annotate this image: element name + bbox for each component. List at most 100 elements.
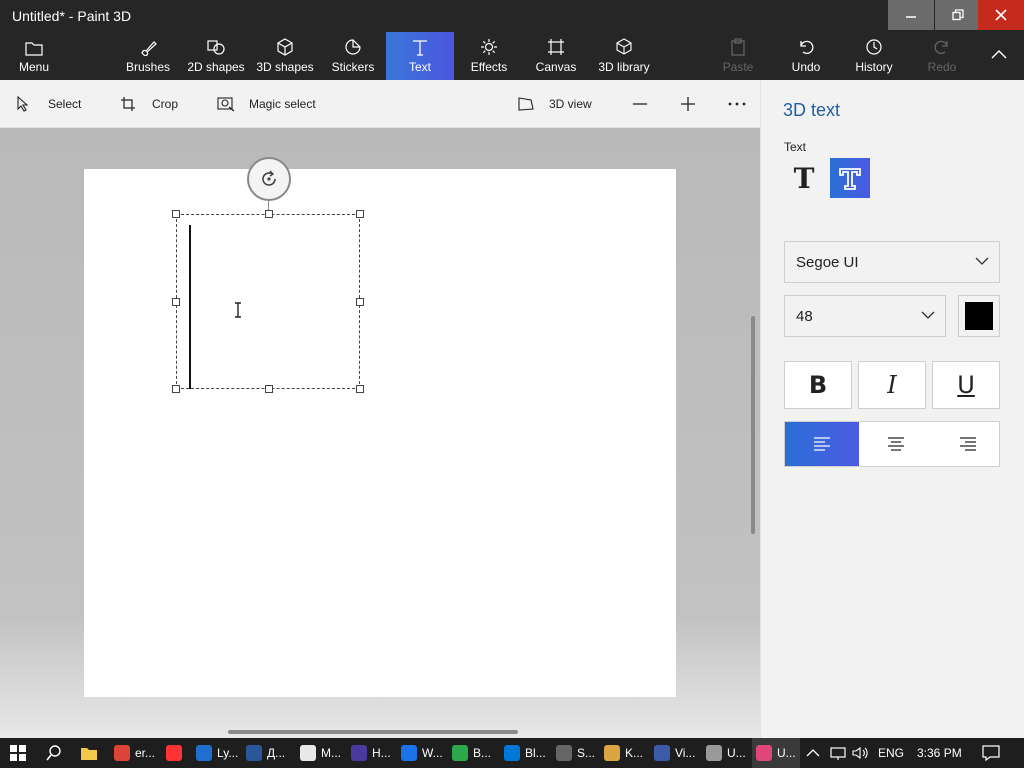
media-icon [351, 745, 367, 761]
taskbar-app-13[interactable]: U... [752, 738, 800, 768]
tab-label: Brushes [125, 60, 171, 74]
restore-button[interactable] [935, 0, 981, 30]
action-center-button[interactable] [982, 738, 1000, 768]
drawing-canvas[interactable] [84, 157, 676, 697]
tab-label: 2D shapes [187, 60, 245, 74]
taskbar-app-4[interactable]: M... [296, 738, 345, 768]
magic-select-icon [217, 97, 235, 112]
volume-button[interactable] [852, 738, 870, 768]
taskbar-app-label: K... [625, 746, 644, 760]
resize-handle-top-right[interactable] [356, 210, 364, 218]
align-right-button[interactable] [931, 422, 1005, 466]
resize-handle-bottom-right[interactable] [356, 385, 364, 393]
taskbar-app-5[interactable]: H... [347, 738, 395, 768]
resize-handle-bottom-left[interactable] [172, 385, 180, 393]
start-button[interactable] [10, 738, 26, 768]
chevron-up-icon [806, 749, 820, 757]
text-selection-box[interactable] [172, 157, 364, 393]
align-center-button[interactable] [859, 422, 933, 466]
tab-3d-library[interactable]: 3D library [594, 32, 654, 80]
microphone-icon [556, 745, 572, 761]
taskbar-app-11[interactable]: Vi... [650, 738, 699, 768]
text-panel: 3D text Text T Segoe UI 48 B I U [760, 80, 1024, 738]
underline-button[interactable]: U [932, 361, 1000, 409]
more-options-button[interactable] [728, 80, 746, 128]
font-family-select[interactable]: Segoe UI [784, 241, 1000, 283]
resize-handle-top-left[interactable] [172, 210, 180, 218]
lync-icon [196, 745, 212, 761]
tab-label: Effects [470, 60, 508, 74]
file-explorer-icon [81, 748, 97, 760]
windows-icon [10, 745, 26, 761]
zoom-out-button[interactable] [632, 80, 648, 128]
paste-icon [731, 38, 745, 56]
italic-button[interactable]: I [858, 361, 926, 409]
history-button[interactable]: History [850, 32, 898, 80]
taskbar-app-0[interactable]: er... [110, 738, 159, 768]
taskbar-app-label: S... [577, 746, 596, 760]
taskbar-app-2[interactable]: Ly... [192, 738, 242, 768]
tab-stickers[interactable]: Stickers [326, 32, 380, 80]
taskbar-app-1[interactable] [162, 738, 186, 768]
resize-handle-top[interactable] [265, 210, 273, 218]
tab-text[interactable]: Text [386, 32, 454, 80]
3d-view-button[interactable]: 3D view [517, 80, 592, 128]
zoom-in-button[interactable] [680, 80, 696, 128]
file-explorer-button[interactable] [80, 738, 98, 768]
collapse-ribbon-button[interactable] [984, 32, 1014, 80]
taskbar-app-6[interactable]: W... [397, 738, 447, 768]
taskbar-app-8[interactable]: Bl... [500, 738, 550, 768]
vertical-scrollbar[interactable] [751, 316, 755, 534]
align-left-button[interactable] [785, 422, 859, 466]
text-color-button[interactable] [958, 295, 1000, 337]
select-button[interactable]: Select [16, 80, 81, 128]
close-button[interactable] [978, 0, 1024, 30]
taskbar-app-10[interactable]: K... [600, 738, 647, 768]
notification-icon [982, 745, 1000, 761]
bold-button[interactable]: B [784, 361, 852, 409]
word-icon [246, 745, 262, 761]
search-icon [46, 745, 61, 761]
undo-label: Undo [791, 60, 821, 74]
tab-effects[interactable]: Effects [464, 32, 514, 80]
minus-icon [633, 103, 647, 105]
tab-brushes[interactable]: Brushes [120, 32, 176, 80]
redo-button[interactable]: Redo [920, 32, 964, 80]
menu-button[interactable]: Menu [10, 32, 58, 80]
clock-button[interactable]: 3:36 PM [917, 738, 962, 768]
chevron-down-icon [975, 257, 989, 265]
undo-button[interactable]: Undo [784, 32, 828, 80]
horizontal-scrollbar[interactable] [228, 730, 518, 734]
taskbar-app-label: U... [777, 746, 796, 760]
network-button[interactable] [830, 738, 846, 768]
brush-icon [141, 41, 157, 56]
panel-title: 3D text [783, 100, 841, 120]
minimize-button[interactable] [888, 0, 934, 30]
calendar-icon [300, 745, 316, 761]
taskbar-app-label: Ly... [217, 746, 239, 760]
search-button[interactable] [46, 738, 62, 768]
crop-button[interactable]: Crop [120, 80, 178, 128]
tab-3d-shapes[interactable]: 3D shapes [254, 32, 316, 80]
resize-handle-left[interactable] [172, 298, 180, 306]
taskbar-app-7[interactable]: B... [448, 738, 495, 768]
taskbar-app-9[interactable]: S... [552, 738, 599, 768]
taskbar-app-label: er... [135, 746, 156, 760]
taskbar-app-3[interactable]: Д... [242, 738, 289, 768]
font-size-select[interactable]: 48 [784, 295, 946, 337]
history-icon [866, 39, 882, 55]
rotate-handle[interactable] [247, 157, 291, 201]
tab-2d-shapes[interactable]: 2D shapes [186, 32, 246, 80]
taskbar-app-12[interactable]: U... [702, 738, 750, 768]
show-hidden-icons-button[interactable] [806, 738, 820, 768]
3d-text-button[interactable] [830, 158, 870, 198]
resize-handle-bottom[interactable] [265, 385, 273, 393]
tab-canvas[interactable]: Canvas [532, 32, 580, 80]
input-language: ENG [878, 746, 905, 760]
resize-handle-right[interactable] [356, 298, 364, 306]
2d-text-button[interactable]: T [784, 158, 824, 198]
magic-select-button[interactable]: Magic select [217, 80, 316, 128]
tab-label: 3D shapes [256, 60, 314, 74]
input-language-button[interactable]: ENG [878, 738, 904, 768]
paste-button[interactable]: Paste [716, 32, 760, 80]
